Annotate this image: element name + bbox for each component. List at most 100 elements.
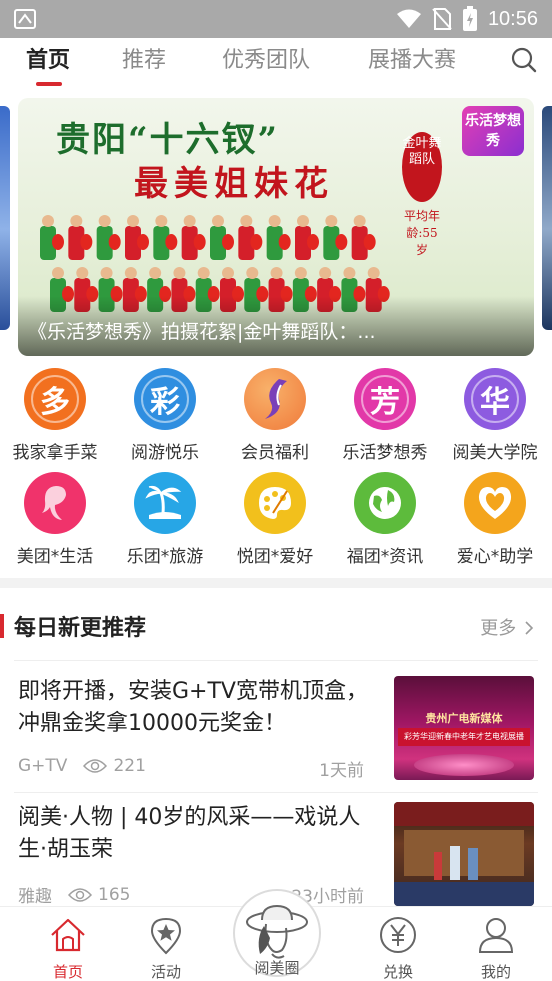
grid-item-member-benefits[interactable]: 会员福利 xyxy=(220,368,330,463)
banner-title-line1: 贵阳“十六钗” xyxy=(56,120,280,160)
grid-item-news[interactable]: 福团*资讯 xyxy=(330,472,440,567)
grid-item-charity[interactable]: 爱心*助学 xyxy=(440,472,550,567)
article-source: G+TV xyxy=(18,756,68,776)
section-accent-bar xyxy=(0,614,4,638)
red-lantern xyxy=(108,234,121,250)
tab-home[interactable]: 首页 xyxy=(26,42,70,74)
tab-showcase-contest[interactable]: 展播大赛 xyxy=(368,42,456,74)
article-item[interactable]: 即将开播，安装G+TV宽带机顶盒，冲鼎金奖拿10000元奖金！ G+TV 221… xyxy=(0,676,552,788)
dancer-head xyxy=(353,215,366,227)
home-icon xyxy=(51,918,85,952)
grid-item-label: 乐活梦想秀 xyxy=(342,443,428,463)
divider xyxy=(14,660,538,661)
dancer-head xyxy=(100,267,113,279)
status-bar: 10:56 xyxy=(0,0,552,38)
grid-item-label: 我家拿手菜 xyxy=(12,443,98,463)
article-meta: 雅趣 165 xyxy=(18,882,130,908)
dancer-head xyxy=(294,267,307,279)
red-lantern xyxy=(250,234,263,250)
dancer-head xyxy=(367,267,380,279)
opera-stage-photo xyxy=(394,802,534,906)
grid-item-travel[interactable]: 乐团*旅游 xyxy=(110,472,220,567)
red-lantern xyxy=(80,234,93,250)
banner-team-name: 金叶舞蹈队 xyxy=(402,132,442,202)
banner-side-text: 金叶舞蹈队 平均年龄:55岁 xyxy=(402,132,442,259)
dancer-head xyxy=(268,215,281,227)
lifestyle-icon xyxy=(24,472,86,534)
tab-recommend[interactable]: 推荐 xyxy=(122,42,166,74)
dancer-head xyxy=(297,215,309,227)
grid-item-academy[interactable]: 华 阅美大学院 xyxy=(440,368,550,463)
active-tab-indicator xyxy=(36,82,62,86)
dancer-head xyxy=(52,267,64,279)
article-views: 221 xyxy=(83,756,146,776)
nav-circle[interactable]: 阅美圈 xyxy=(232,889,322,978)
nav-profile[interactable]: 我的 xyxy=(456,915,536,981)
nav-exchange[interactable]: 兑换 xyxy=(358,915,438,981)
profile-icon xyxy=(478,918,514,953)
article-view-count: 221 xyxy=(113,756,146,776)
grid-item-lifestyle[interactable]: 美团*生活 xyxy=(0,472,110,567)
dancer-head xyxy=(325,215,338,227)
dream-show-icon: 芳 xyxy=(354,368,416,430)
dancer-head xyxy=(76,267,89,279)
grid-item-reading-travel[interactable]: 彩 阅游悦乐 xyxy=(110,368,220,463)
article-meta: G+TV 221 xyxy=(18,756,146,776)
dancer-head xyxy=(127,215,139,227)
nav-label: 我的 xyxy=(480,963,511,981)
grid-item-label: 乐团*旅游 xyxy=(126,547,204,567)
nav-label: 活动 xyxy=(150,963,181,981)
banner-caption: 《乐活梦想秀》拍摄花絮|金叶舞蹈队：... xyxy=(28,321,376,343)
banner-prev-preview[interactable] xyxy=(0,106,10,330)
thumbnail-title: 贵州广电新媒体 xyxy=(425,712,503,725)
banner-next-preview[interactable] xyxy=(542,106,552,330)
nav-activity[interactable]: 活动 xyxy=(126,915,206,981)
red-lantern xyxy=(363,234,376,250)
article-title: 即将开播，安装G+TV宽带机顶盒，冲鼎金奖拿10000元奖金！ xyxy=(18,679,368,736)
app-notification-icon xyxy=(14,9,36,29)
dancer-head xyxy=(70,215,83,227)
chevron-right-icon xyxy=(525,621,534,635)
wifi-icon xyxy=(396,9,421,28)
banner-carousel[interactable]: 贵阳“十六钗” 最美姐妹花 金叶舞蹈队 平均年龄:55岁 乐活梦想秀 《乐活梦想… xyxy=(0,98,552,356)
grid-item-label: 爱心*助学 xyxy=(456,547,534,567)
article-source: 雅趣 xyxy=(18,887,52,907)
palm-tree-icon xyxy=(134,472,196,534)
dancer-head xyxy=(183,215,196,227)
bottom-nav-bar: 首页 活动 阅美圈 兑换 我的 xyxy=(0,889,552,981)
search-icon[interactable] xyxy=(510,46,538,74)
section-separator xyxy=(0,578,552,588)
dancer-head xyxy=(343,267,356,279)
section-title: 每日新更推荐 xyxy=(14,616,147,641)
dancer-head xyxy=(124,267,137,279)
eye-icon xyxy=(83,759,108,773)
grid-item-home-cooking[interactable]: 多 我家拿手菜 xyxy=(0,368,110,463)
academy-icon: 华 xyxy=(464,368,526,430)
red-lantern xyxy=(307,234,319,250)
category-grid: 多 我家拿手菜 彩 阅游悦乐 会员福利 芳 乐活梦想秀 华 阅美大学院 美团*生… xyxy=(0,364,552,574)
dancer-head xyxy=(98,215,111,227)
tab-excellent-teams[interactable]: 优秀团队 xyxy=(222,42,310,74)
grid-item-label: 阅游悦乐 xyxy=(131,443,199,463)
dancer-head xyxy=(173,267,186,279)
grid-item-hobbies[interactable]: 悦团*爱好 xyxy=(220,472,330,567)
dancer-head xyxy=(246,267,259,279)
nav-label: 首页 xyxy=(52,963,83,981)
globe-icon xyxy=(354,472,416,534)
dancer-head xyxy=(197,267,210,279)
nav-label: 兑换 xyxy=(382,963,413,981)
grid-item-label: 会员福利 xyxy=(241,443,309,463)
grid-item-label: 悦团*爱好 xyxy=(236,547,314,567)
nav-home[interactable]: 首页 xyxy=(28,915,108,981)
banner-slide[interactable]: 贵阳“十六钗” 最美姐妹花 金叶舞蹈队 平均年龄:55岁 乐活梦想秀 《乐活梦想… xyxy=(18,98,534,356)
more-link[interactable]: 更多 xyxy=(480,614,534,640)
divider xyxy=(14,792,538,793)
cooking-icon: 多 xyxy=(24,368,86,430)
dream-show-logo: 乐活梦想秀 xyxy=(462,106,524,156)
red-lantern xyxy=(278,234,291,250)
grid-item-dream-show[interactable]: 芳 乐活梦想秀 xyxy=(330,368,440,463)
dancer-head xyxy=(155,215,168,227)
yuan-exchange-icon xyxy=(380,917,416,953)
top-tab-bar: 首页 推荐 优秀团队 展播大赛 xyxy=(0,38,552,90)
daily-recommend-header: 每日新更推荐 更多 xyxy=(0,600,552,650)
